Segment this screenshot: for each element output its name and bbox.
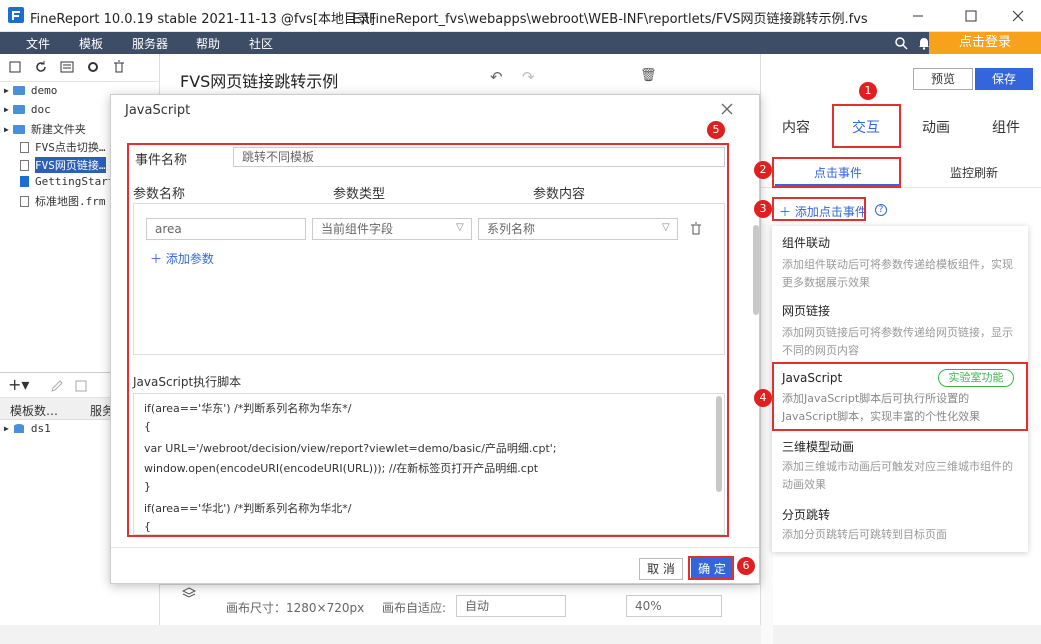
callout-2: 2 xyxy=(754,161,772,179)
menu-server[interactable]: 服务器 xyxy=(132,35,168,52)
app-logo-icon xyxy=(8,7,24,23)
option-desc: 添加分页跳转后可跳转到目标页面 xyxy=(782,528,947,541)
delete-icon[interactable] xyxy=(112,60,126,74)
dialog-scrollbar[interactable] xyxy=(753,225,759,315)
highlight-box-4 xyxy=(772,362,1028,431)
close-window-icon[interactable] xyxy=(1010,8,1026,24)
close-icon[interactable] xyxy=(721,103,733,115)
dialog-title: JavaScript xyxy=(125,103,191,118)
database-icon xyxy=(13,423,25,435)
tree-item-new-folder[interactable]: ▶ 新建文件夹 xyxy=(4,121,86,137)
folder-icon xyxy=(12,124,25,134)
highlight-box-3 xyxy=(772,197,866,221)
left-toolbar xyxy=(0,54,160,82)
menu-template[interactable]: 模板 xyxy=(79,35,103,52)
tab-component[interactable]: 组件 xyxy=(971,106,1041,150)
tree-item-file4[interactable]: 标准地图.frm xyxy=(4,193,106,209)
tab-template-dataset[interactable]: 模板数… xyxy=(10,402,58,419)
zoom-select[interactable]: 40% xyxy=(626,595,722,617)
copy-icon[interactable] xyxy=(74,379,88,393)
canvas-footer: 画布尺寸：1280×720px 画布自适应: 自动 40% xyxy=(160,584,760,625)
layers-icon[interactable] xyxy=(182,587,196,599)
canvas-size: 画布尺寸：1280×720px xyxy=(226,601,365,615)
tab-content[interactable]: 内容 xyxy=(761,106,831,150)
login-button[interactable]: 点击登录 xyxy=(929,32,1041,54)
tab-animation[interactable]: 动画 xyxy=(901,106,971,150)
dataset-item[interactable]: ▶ ds1 xyxy=(4,422,51,435)
app-title: FineReport 10.0.19 stable 2021-11-13 @fv… xyxy=(30,12,376,27)
callout-5: 5 xyxy=(707,121,725,139)
file-icon xyxy=(20,141,29,153)
divider xyxy=(111,547,759,548)
new-file-icon[interactable] xyxy=(8,60,22,74)
option-desc: 添加组件联动后可将参数传递给模板组件，实现更多数据展示效果 xyxy=(782,258,1013,289)
redo-icon[interactable]: ↷ xyxy=(522,68,535,86)
tree-item-file2[interactable]: FVS网页链接… xyxy=(4,157,106,173)
help-icon[interactable]: ? xyxy=(875,204,887,216)
option-3d-animation[interactable]: 三维模型动画 xyxy=(782,438,854,455)
add-icon[interactable]: +▾ xyxy=(8,375,29,394)
edit-icon[interactable] xyxy=(50,379,64,393)
folder-icon xyxy=(12,105,25,114)
file-path: E:\FineReport_fvs\webapps\webroot\WEB-IN… xyxy=(352,12,868,27)
undo-icon[interactable]: ↶ xyxy=(490,68,503,86)
tree-item-doc[interactable]: ▶ doc xyxy=(4,103,51,116)
tree-item-file1[interactable]: FVS点击切换… xyxy=(4,139,106,155)
folder-icon xyxy=(12,86,25,95)
adapt-select[interactable]: 自动 xyxy=(456,595,566,617)
settings-icon[interactable] xyxy=(86,60,100,74)
file-icon xyxy=(20,159,29,171)
callout-3: 3 xyxy=(754,200,772,218)
highlight-box-5 xyxy=(127,143,729,537)
highlight-box-1 xyxy=(832,104,901,148)
callout-4: 4 xyxy=(754,389,772,407)
maximize-icon[interactable] xyxy=(963,8,979,24)
tree-item-file3[interactable]: GettingStart… xyxy=(4,175,121,188)
option-component-linkage[interactable]: 组件联动 xyxy=(782,234,830,251)
subtab-monitor-refresh[interactable]: 监控刷新 xyxy=(911,160,1037,186)
file-icon xyxy=(20,195,29,207)
trash-icon[interactable]: 🗑 xyxy=(640,68,657,83)
menu-file[interactable]: 文件 xyxy=(26,35,50,52)
tree-item-demo[interactable]: ▶ demo xyxy=(4,84,57,97)
menu-help[interactable]: 帮助 xyxy=(196,35,220,52)
template-icon[interactable] xyxy=(60,60,74,74)
option-web-link[interactable]: 网页链接 xyxy=(782,302,830,319)
highlight-box-2 xyxy=(772,157,901,188)
preview-button[interactable]: 预览 xyxy=(913,68,973,90)
canvas-adapt-label: 画布自适应: xyxy=(382,601,447,615)
refresh-icon[interactable] xyxy=(34,60,48,74)
option-desc: 添加网页链接后可将参数传递给网页链接，显示不同的网页内容 xyxy=(782,326,1013,357)
file-icon xyxy=(20,176,29,187)
highlight-box-6 xyxy=(688,556,734,580)
minimize-icon[interactable] xyxy=(910,8,926,24)
callout-6: 6 xyxy=(737,557,755,575)
save-button[interactable]: 保存 xyxy=(975,68,1033,90)
search-icon[interactable] xyxy=(894,36,908,50)
callout-1: 1 xyxy=(859,82,877,100)
page-title: FVS网页链接跳转示例 xyxy=(180,72,339,91)
cancel-button[interactable]: 取 消 xyxy=(639,558,683,580)
menu-community[interactable]: 社区 xyxy=(249,35,273,52)
menu-bar: 文件 模板 服务器 帮助 社区 点击登录 xyxy=(0,32,1041,54)
option-page-jump[interactable]: 分页跳转 xyxy=(782,506,830,523)
title-bar: FineReport 10.0.19 stable 2021-11-13 @fv… xyxy=(0,0,1041,32)
option-desc: 添加三维城市动画后可触发对应三维城市组件的动画效果 xyxy=(782,460,1013,491)
